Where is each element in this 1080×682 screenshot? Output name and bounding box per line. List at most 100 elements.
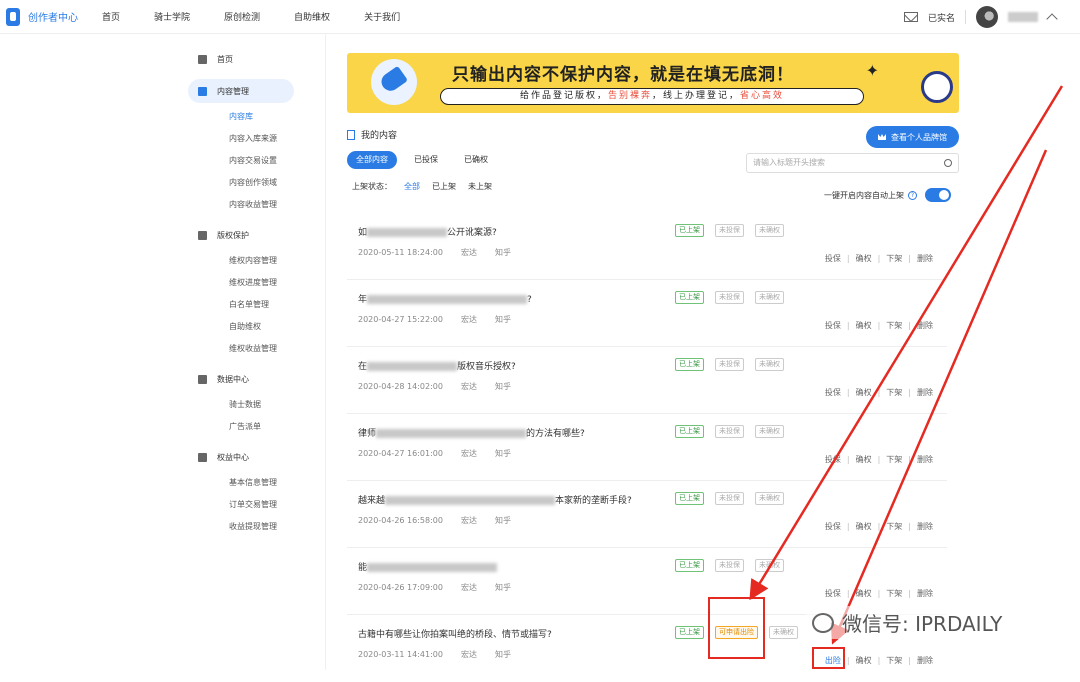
unlist-link[interactable]: 下架	[886, 254, 902, 263]
insure-link[interactable]: 投保	[825, 388, 841, 397]
status-badge: 已上架	[675, 224, 704, 237]
sidebar-item-rights-content[interactable]: 维权内容管理	[229, 255, 277, 266]
tab-confirmed[interactable]: 已确权	[455, 151, 497, 169]
content-title[interactable]: 律师 的方法有哪些?	[358, 426, 585, 439]
row-actions: 投保 | 确权 | 下架 | 删除	[824, 522, 933, 531]
sidebar-item-rights-revenue[interactable]: 维权收益管理	[229, 343, 277, 354]
status-badge: 已上架	[675, 291, 704, 304]
content-title[interactable]: 如公开讹案源?	[358, 225, 497, 238]
topnav-about[interactable]: 关于我们	[364, 10, 400, 23]
content-title[interactable]: 越来越 本家新的垄断手段?	[358, 493, 632, 506]
sidebar-item-rights-progress[interactable]: 维权进度管理	[229, 277, 277, 288]
sidebar-item-content-revenue[interactable]: 内容收益管理	[229, 199, 277, 210]
status-filter-unlisted[interactable]: 未上架	[468, 181, 492, 192]
insure-link[interactable]: 投保	[825, 455, 841, 464]
delete-link[interactable]: 删除	[917, 455, 933, 464]
insure-link[interactable]: 投保	[825, 522, 841, 531]
unlist-link[interactable]: 下架	[886, 321, 902, 330]
portfolio-button-label: 查看个人品牌馆	[891, 132, 947, 142]
confirm-rights-link[interactable]: 确权	[856, 388, 872, 397]
status-badges: 已上架 未投保 未确权	[675, 425, 795, 438]
content-title[interactable]: 古籍中有哪些让你拍案叫绝的桥段、情节或描写?	[358, 627, 552, 640]
status-filter-all[interactable]: 全部	[404, 181, 420, 192]
unlist-link[interactable]: 下架	[886, 455, 902, 464]
delete-link[interactable]: 删除	[917, 522, 933, 531]
insure-link[interactable]: 投保	[825, 321, 841, 330]
topnav-home[interactable]: 首页	[102, 10, 120, 23]
content-author: 宏达	[460, 583, 477, 592]
status-badges: 已上架 未投保 未确权	[675, 224, 795, 237]
content-title[interactable]: 能	[358, 560, 498, 573]
unlist-link[interactable]: 下架	[886, 656, 902, 665]
confirm-rights-link[interactable]: 确权	[856, 589, 872, 598]
content-title[interactable]: 在版权音乐授权?	[358, 359, 516, 372]
search-input[interactable]: 请输入标题开头搜索	[746, 153, 959, 173]
content-title[interactable]: 年?	[358, 292, 532, 305]
sidebar-item-basic-info[interactable]: 基本信息管理	[229, 477, 277, 488]
status-badge: 已上架	[675, 559, 704, 572]
crown-icon	[878, 134, 886, 140]
table-row: 越来越 本家新的垄断手段? 2020-04-26 16:58:00 宏达 知乎 已上架…	[347, 482, 947, 548]
unlist-link[interactable]: 下架	[886, 589, 902, 598]
tab-insured[interactable]: 已投保	[405, 151, 447, 169]
sidebar-item-whitelist[interactable]: 白名单管理	[229, 299, 269, 310]
sidebar-item-content-library[interactable]: 内容库	[229, 111, 253, 122]
confirm-rights-link[interactable]: 确权	[856, 321, 872, 330]
delete-link[interactable]: 删除	[917, 321, 933, 330]
status-badges: 已上架 未投保 未确权	[675, 291, 795, 304]
banner-subtitle: 给作品登记版权，告别裸奔，线上办理登记，省心高效	[440, 88, 864, 105]
banner-sub-text: 给作品登记版权，	[519, 91, 608, 101]
content-platform: 知乎	[494, 583, 511, 592]
unlist-link[interactable]: 下架	[886, 522, 902, 531]
topnav-self-rights[interactable]: 自助维权	[294, 10, 330, 23]
sidebar-label: 版权保护	[217, 231, 249, 240]
sidebar-item-self-rights[interactable]: 自助维权	[229, 321, 261, 332]
sidebar-item-creation-field[interactable]: 内容创作领域	[229, 177, 277, 188]
unlist-link[interactable]: 下架	[886, 388, 902, 397]
document-icon	[347, 129, 355, 140]
delete-link[interactable]: 删除	[917, 388, 933, 397]
sidebar-group-rights[interactable]: 权益中心	[198, 452, 249, 463]
sidebar-item-trade-settings[interactable]: 内容交易设置	[229, 155, 277, 166]
content-meta: 2020-04-27 16:01:00 宏达 知乎	[358, 448, 529, 459]
help-icon[interactable]: ?	[908, 190, 917, 200]
sidebar-item-home[interactable]: 首页	[198, 54, 233, 65]
sidebar-label: 权益中心	[217, 453, 249, 462]
auto-shelf-toggle[interactable]	[925, 188, 951, 202]
sidebar-group-content[interactable]: 内容管理	[188, 79, 294, 103]
sidebar-item-withdraw[interactable]: 收益提现管理	[229, 521, 277, 532]
top-bar: 创作者中心 首页 骑士学院 原创检测 自助维权 关于我们 已实名	[0, 0, 1080, 34]
highlight-box-claim-badge	[708, 597, 765, 659]
portfolio-button[interactable]: 查看个人品牌馆	[866, 126, 959, 148]
sidebar-group-data[interactable]: 数据中心	[198, 374, 249, 385]
avatar[interactable]	[976, 6, 998, 28]
topnav-academy[interactable]: 骑士学院	[154, 10, 190, 23]
sidebar-item-content-source[interactable]: 内容入库来源	[229, 133, 277, 144]
promo-banner[interactable]: 只输出内容不保护内容，就是在填无底洞！ ✦ 给作品登记版权，告别裸奔，线上办理登…	[347, 53, 959, 113]
confirm-rights-link[interactable]: 确权	[856, 455, 872, 464]
row-actions: 投保 | 确权 | 下架 | 删除	[824, 254, 933, 263]
tab-all-content[interactable]: 全部内容	[347, 151, 397, 169]
insure-link[interactable]: 投保	[825, 589, 841, 598]
topnav-originality-check[interactable]: 原创检测	[224, 10, 260, 23]
page-title: 我的内容	[361, 131, 398, 141]
sidebar-item-order-trades[interactable]: 订单交易管理	[229, 499, 277, 510]
shield-icon	[198, 231, 207, 240]
brand-logo[interactable]: 创作者中心	[6, 7, 96, 26]
delete-link[interactable]: 删除	[917, 589, 933, 598]
sidebar-item-knight-data[interactable]: 骑士数据	[229, 399, 261, 410]
sidebar-group-copyright[interactable]: 版权保护	[198, 230, 249, 241]
chevron-up-icon[interactable]	[1046, 13, 1058, 25]
sidebar-item-ad-orders[interactable]: 广告派单	[229, 421, 261, 432]
status-filter-listed[interactable]: 已上架	[432, 181, 456, 192]
search-icon[interactable]	[944, 159, 952, 167]
delete-link[interactable]: 删除	[917, 656, 933, 665]
insure-link[interactable]: 投保	[825, 254, 841, 263]
watermark-text: 微信号: IPRDAILY	[842, 612, 1003, 636]
delete-link[interactable]: 删除	[917, 254, 933, 263]
confirm-rights-link[interactable]: 确权	[856, 254, 872, 263]
banner-sub-text: ，线上办理登记，	[652, 91, 741, 101]
confirm-rights-link[interactable]: 确权	[856, 522, 872, 531]
mail-icon[interactable]	[903, 12, 918, 22]
confirm-rights-link[interactable]: 确权	[856, 656, 872, 665]
